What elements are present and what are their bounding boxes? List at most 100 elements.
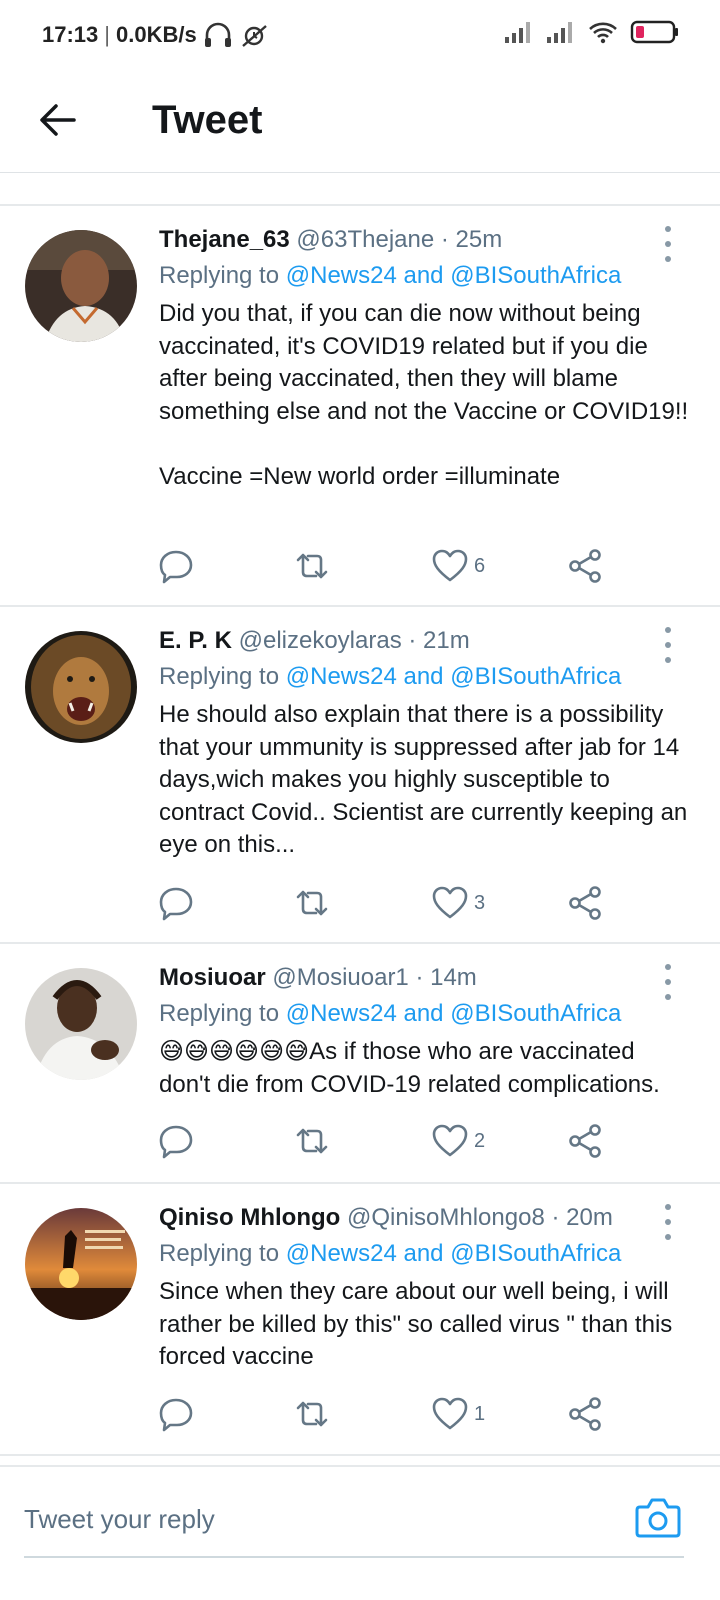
like-button[interactable]: 1 bbox=[430, 1392, 485, 1436]
tweet-card[interactable]: Thejane_63 @63Thejane · 25m Replying to … bbox=[0, 206, 720, 607]
like-button[interactable]: 3 bbox=[430, 881, 485, 925]
arrow-left-icon bbox=[40, 104, 76, 136]
tweet-time: · 25m bbox=[440, 226, 503, 253]
tweet-body: Qiniso Mhlongo @QinisoMhlongo8 · 20m Rep… bbox=[159, 1202, 690, 1374]
tweet-time: · 20m bbox=[551, 1204, 613, 1231]
like-count: 3 bbox=[474, 891, 486, 914]
retweet-icon bbox=[296, 553, 328, 579]
reply-button[interactable] bbox=[156, 881, 196, 925]
heart-icon bbox=[432, 549, 468, 582]
reply-input-underline bbox=[24, 1556, 684, 1558]
status-time: 17:13 bbox=[42, 22, 99, 47]
share-icon bbox=[569, 549, 601, 583]
tweet-header: E. P. K @elizekoylaras · 21m bbox=[159, 625, 690, 657]
retweet-icon bbox=[296, 1401, 328, 1427]
tweet-card[interactable]: E. P. K @elizekoylaras · 21m Replying to… bbox=[0, 607, 720, 944]
replying-to-link[interactable]: @News24 and @BISouthAfrica bbox=[286, 1000, 622, 1027]
like-count: 2 bbox=[474, 1129, 486, 1152]
tweet-body: Thejane_63 @63Thejane · 25m Replying to … bbox=[159, 224, 690, 493]
tweet-text: Since when they care about our well bein… bbox=[159, 1278, 679, 1370]
replying-to-link[interactable]: @News24 and @BISouthAfrica bbox=[286, 262, 622, 289]
tweet-time: · 21m bbox=[408, 627, 470, 654]
replying-prefix: Replying to bbox=[159, 1240, 286, 1267]
retweet-icon bbox=[296, 890, 328, 916]
tweet-body: E. P. K @elizekoylaras · 21m Replying to… bbox=[159, 625, 690, 862]
replying-to: Replying to @News24 and @BISouthAfrica bbox=[159, 260, 690, 292]
tweet-header: Qiniso Mhlongo @QinisoMhlongo8 · 20m bbox=[159, 1202, 690, 1234]
retweet-button[interactable] bbox=[292, 1392, 332, 1436]
author-name[interactable]: E. P. K bbox=[159, 627, 232, 654]
camera-button[interactable] bbox=[634, 1495, 682, 1539]
avatar[interactable] bbox=[25, 1208, 137, 1320]
replying-prefix: Replying to bbox=[159, 1000, 286, 1027]
page-title: Tweet bbox=[152, 98, 263, 142]
no-alarm-icon bbox=[239, 22, 269, 48]
tweet-actions: 3 bbox=[156, 881, 656, 925]
share-button[interactable] bbox=[566, 1392, 606, 1436]
replying-prefix: Replying to bbox=[159, 262, 286, 289]
like-count: 1 bbox=[474, 1402, 486, 1425]
retweet-button[interactable] bbox=[292, 881, 332, 925]
reply-bar bbox=[0, 1465, 720, 1600]
headphones-icon bbox=[203, 22, 233, 48]
author-handle[interactable]: @elizekoylaras bbox=[239, 627, 402, 654]
camera-icon bbox=[635, 1498, 681, 1538]
tweet-actions: 1 bbox=[156, 1392, 656, 1436]
replying-to-link[interactable]: @News24 and @BISouthAfrica bbox=[286, 1240, 622, 1267]
network-speed: 0.0KB/s bbox=[116, 22, 197, 47]
reply-button[interactable] bbox=[156, 1119, 196, 1163]
reply-button[interactable] bbox=[156, 544, 196, 588]
replying-to-link[interactable]: @News24 and @BISouthAfrica bbox=[286, 663, 622, 690]
header-divider bbox=[0, 172, 720, 173]
heart-icon bbox=[432, 1397, 468, 1430]
avatar[interactable] bbox=[25, 230, 137, 342]
avatar[interactable] bbox=[25, 631, 137, 743]
tweet-card[interactable]: Qiniso Mhlongo @QinisoMhlongo8 · 20m Rep… bbox=[0, 1184, 720, 1456]
share-icon bbox=[569, 1397, 601, 1431]
tweet-header: Mosiuoar @Mosiuoar1 · 14m bbox=[159, 962, 690, 994]
status-bar: 17:13 | 0.0KB/s bbox=[0, 0, 720, 72]
author-handle[interactable]: @QinisoMhlongo8 bbox=[347, 1204, 545, 1231]
author-handle[interactable]: @Mosiuoar1 bbox=[272, 964, 408, 991]
avatar[interactable] bbox=[25, 968, 137, 1080]
tweet-reply-input[interactable] bbox=[24, 1499, 584, 1539]
back-button[interactable] bbox=[30, 92, 86, 148]
tweet-text: 😅😅😅😅😅😅As if those who are vaccinated don… bbox=[159, 1038, 660, 1098]
battery-low-icon bbox=[630, 20, 680, 49]
author-handle[interactable]: @63Thejane bbox=[296, 226, 434, 253]
author-name[interactable]: Qiniso Mhlongo bbox=[159, 1204, 340, 1231]
retweet-button[interactable] bbox=[292, 544, 332, 588]
retweet-icon bbox=[296, 1128, 328, 1154]
share-button[interactable] bbox=[566, 881, 606, 925]
like-count: 6 bbox=[474, 554, 486, 577]
tweet-actions: 2 bbox=[156, 1119, 656, 1163]
header: Tweet bbox=[0, 72, 720, 172]
status-right bbox=[504, 20, 680, 49]
reply-icon bbox=[159, 550, 193, 584]
share-icon bbox=[569, 1124, 601, 1158]
author-name[interactable]: Mosiuoar bbox=[159, 964, 266, 991]
tweet-text: He should also explain that there is a p… bbox=[159, 701, 694, 858]
share-icon bbox=[569, 886, 601, 920]
share-button[interactable] bbox=[566, 1119, 606, 1163]
tweet-time: · 14m bbox=[415, 964, 477, 991]
reply-icon bbox=[159, 1125, 193, 1159]
status-left: 17:13 | 0.0KB/s bbox=[42, 22, 269, 48]
share-button[interactable] bbox=[566, 544, 606, 588]
heart-icon bbox=[432, 1124, 468, 1157]
tweet-card[interactable]: Mosiuoar @Mosiuoar1 · 14m Replying to @N… bbox=[0, 944, 720, 1184]
reply-icon bbox=[159, 887, 193, 921]
tweet-body: Mosiuoar @Mosiuoar1 · 14m Replying to @N… bbox=[159, 962, 690, 1101]
like-button[interactable]: 6 bbox=[430, 544, 485, 588]
tweet-actions: 6 bbox=[156, 544, 656, 588]
reply-button[interactable] bbox=[156, 1392, 196, 1436]
replying-to: Replying to @News24 and @BISouthAfrica bbox=[159, 1238, 690, 1270]
retweet-button[interactable] bbox=[292, 1119, 332, 1163]
signal-icon bbox=[504, 20, 534, 49]
like-button[interactable]: 2 bbox=[430, 1119, 485, 1163]
replying-prefix: Replying to bbox=[159, 663, 286, 690]
author-name[interactable]: Thejane_63 bbox=[159, 226, 290, 253]
replying-to: Replying to @News24 and @BISouthAfrica bbox=[159, 661, 690, 693]
tweet-header: Thejane_63 @63Thejane · 25m bbox=[159, 224, 690, 256]
reply-icon bbox=[159, 1398, 193, 1432]
